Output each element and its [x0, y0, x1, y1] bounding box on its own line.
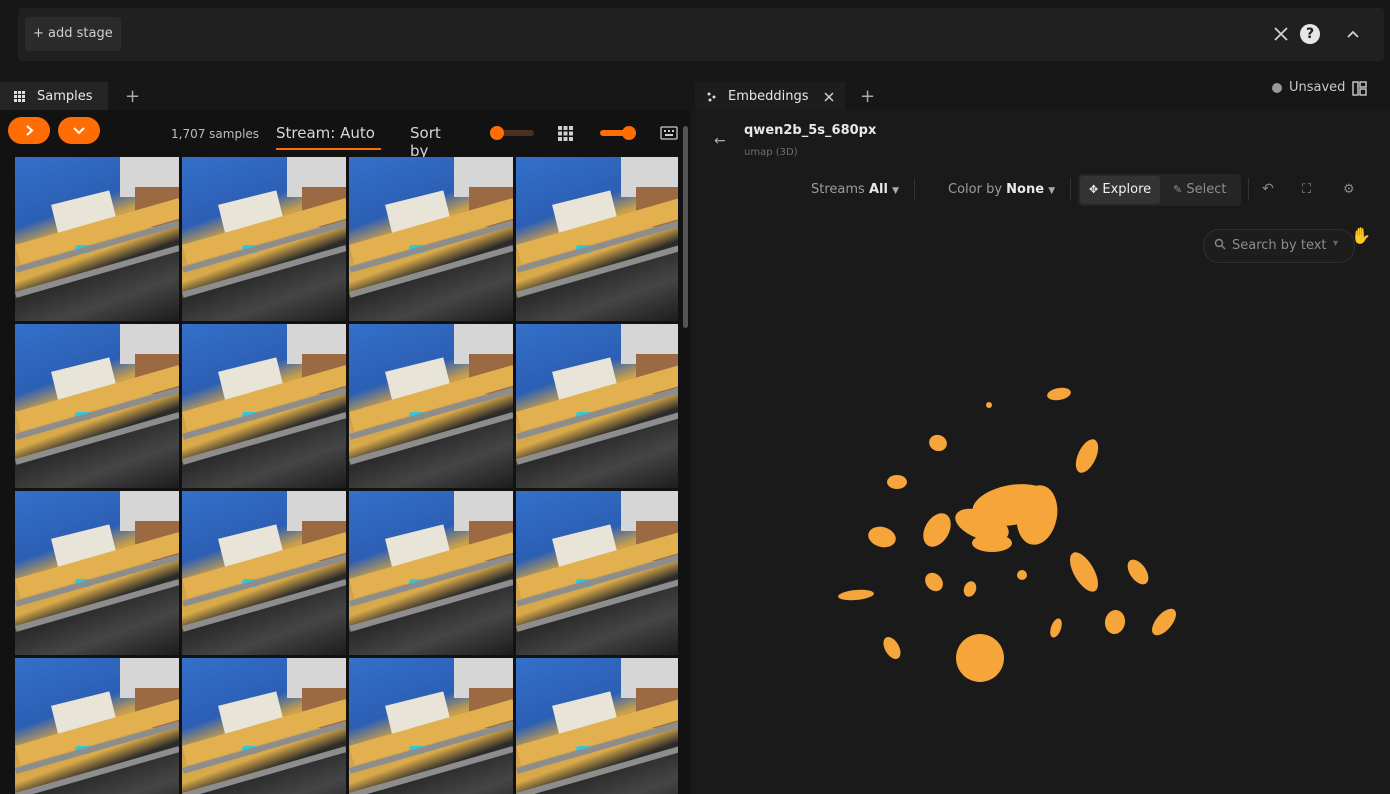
search-input[interactable]	[1232, 238, 1327, 253]
embedding-cluster[interactable]	[972, 534, 1012, 552]
embedding-cluster[interactable]	[866, 524, 898, 551]
embeddings-icon	[707, 92, 716, 102]
back-arrow-icon[interactable]: ←	[714, 133, 726, 149]
sample-thumbnail[interactable]	[182, 491, 346, 655]
sample-thumbnail[interactable]	[516, 157, 678, 321]
embedding-cluster[interactable]	[927, 432, 949, 453]
embedding-name: qwen2b_5s_680px	[744, 123, 877, 138]
embedding-cluster[interactable]	[986, 402, 992, 408]
select-button[interactable]: ✎ Select	[1173, 182, 1226, 197]
streams-label: Streams	[811, 182, 865, 197]
select-text: Select	[1186, 182, 1227, 197]
embedding-cluster[interactable]	[918, 508, 957, 551]
view-bar	[18, 8, 1384, 61]
embedding-cluster[interactable]	[1123, 556, 1152, 588]
embedding-cluster[interactable]	[838, 588, 875, 601]
embedding-cluster[interactable]	[880, 634, 904, 662]
embedding-cluster[interactable]	[1071, 436, 1103, 476]
chevron-down-icon	[73, 127, 85, 135]
streams-filter[interactable]: Streams All ▼	[811, 182, 899, 197]
color-by-value: None	[1006, 182, 1045, 197]
sample-thumbnail[interactable]	[349, 491, 513, 655]
settings-icon[interactable]: ⚙	[1343, 182, 1355, 197]
slider-handle[interactable]	[622, 126, 636, 140]
chevron-down-icon: ▼	[892, 186, 899, 196]
embedding-cluster[interactable]	[1046, 386, 1072, 402]
options-button[interactable]	[58, 117, 100, 144]
sample-thumbnail[interactable]	[516, 324, 678, 488]
sample-thumbnail[interactable]	[182, 324, 346, 488]
undo-icon[interactable]: ↶	[1262, 181, 1274, 197]
tab-samples-label: Samples	[37, 89, 93, 104]
sample-thumbnail[interactable]	[15, 491, 179, 655]
explore-text: Explore	[1102, 182, 1152, 197]
scrollbar[interactable]	[683, 126, 688, 328]
grid-view-icon[interactable]	[558, 126, 573, 141]
divider	[914, 178, 915, 200]
sample-thumbnail[interactable]	[516, 491, 678, 655]
add-tab-button[interactable]: +	[125, 86, 140, 107]
close-icon[interactable]	[824, 92, 834, 102]
slider-handle[interactable]	[490, 126, 504, 140]
chevron-up-icon[interactable]	[1345, 24, 1361, 44]
add-stage-button[interactable]: + add stage	[25, 17, 121, 51]
color-by-label: Color by	[948, 182, 1003, 197]
sample-grid	[15, 157, 678, 794]
unsaved-label: Unsaved	[1289, 80, 1346, 95]
embedding-method: umap (3D)	[744, 147, 798, 158]
sample-thumbnail[interactable]	[15, 658, 179, 794]
stream-selector[interactable]: Stream: Auto	[276, 124, 381, 150]
color-by-filter[interactable]: Color by None ▼	[948, 182, 1055, 197]
add-tab-button[interactable]: +	[860, 86, 875, 107]
sample-thumbnail[interactable]	[516, 658, 678, 794]
explore-icon: ✥	[1089, 183, 1099, 196]
expand-button[interactable]	[8, 117, 50, 144]
embedding-cluster[interactable]	[1048, 617, 1064, 639]
sample-thumbnail[interactable]	[349, 658, 513, 794]
divider	[1070, 178, 1071, 200]
embedding-cluster[interactable]	[921, 569, 946, 595]
streams-value: All	[868, 182, 888, 197]
select-icon: ✎	[1173, 183, 1183, 196]
tab-embeddings[interactable]: Embeddings	[695, 82, 845, 110]
search-icon	[1214, 238, 1226, 250]
close-icon[interactable]	[1271, 24, 1291, 44]
tab-embeddings-label: Embeddings	[728, 89, 809, 104]
sample-thumbnail[interactable]	[349, 157, 513, 321]
sample-thumbnail[interactable]	[15, 324, 179, 488]
chevron-down-icon: ▼	[1048, 186, 1056, 196]
chevron-right-icon	[26, 125, 34, 136]
divider	[1248, 178, 1249, 200]
grid-icon	[14, 91, 25, 102]
hand-cursor-icon: ✋	[1351, 226, 1371, 245]
embedding-cluster[interactable]	[887, 475, 907, 489]
explore-label: ✥ Explore	[1089, 182, 1151, 197]
embedding-cluster[interactable]	[962, 579, 979, 598]
embedding-cluster[interactable]	[1103, 608, 1127, 635]
keyboard-icon[interactable]	[660, 126, 678, 140]
embedding-cluster[interactable]	[1148, 605, 1181, 640]
embedding-cluster[interactable]	[956, 634, 1004, 682]
embedding-scatter-plot[interactable]	[692, 300, 1390, 794]
sample-thumbnail[interactable]	[15, 157, 179, 321]
unsaved-indicator	[1272, 83, 1282, 93]
layout-icon[interactable]	[1352, 81, 1367, 96]
embedding-cluster[interactable]	[1064, 548, 1103, 596]
fullscreen-icon[interactable]: ⛶	[1302, 182, 1311, 197]
help-icon[interactable]: ?	[1300, 24, 1320, 44]
embedding-cluster[interactable]	[1017, 570, 1027, 580]
sample-thumbnail[interactable]	[349, 324, 513, 488]
sample-thumbnail[interactable]	[182, 157, 346, 321]
sample-thumbnail[interactable]	[182, 658, 346, 794]
sample-count: 1,707 samples	[171, 127, 260, 141]
chevron-down-icon[interactable]: ▾	[1333, 238, 1338, 249]
